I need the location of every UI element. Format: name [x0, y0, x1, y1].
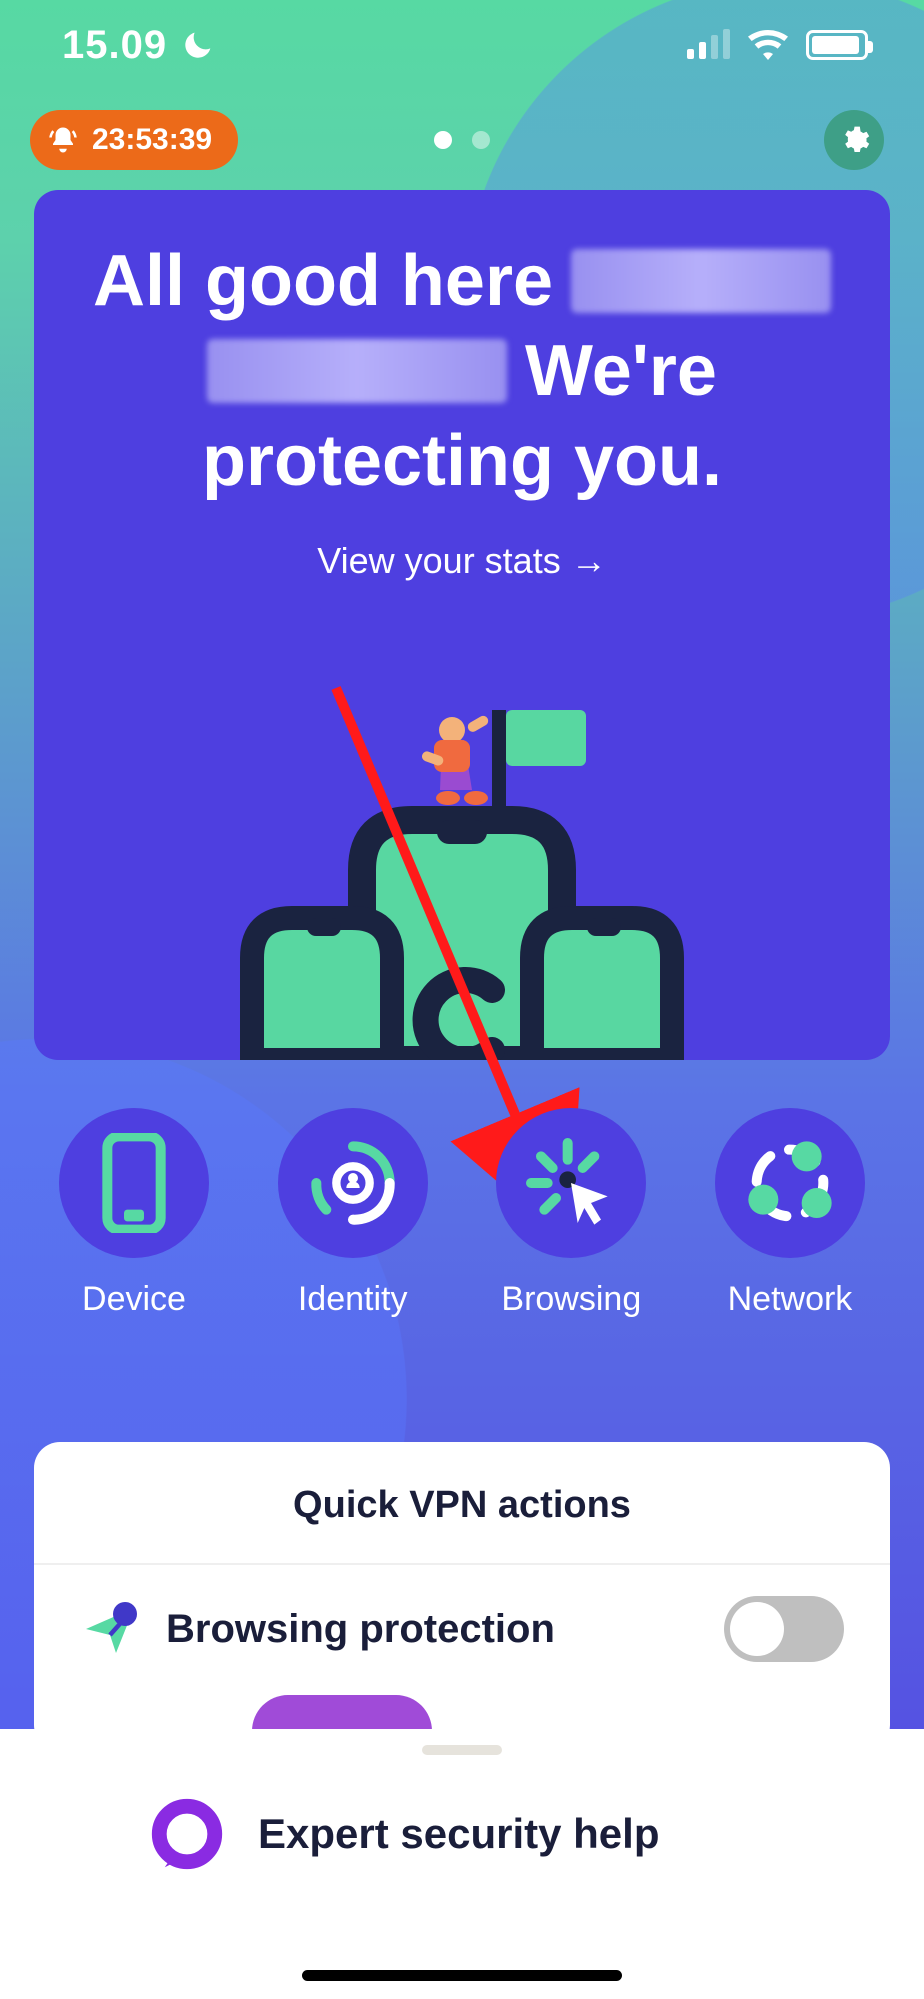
hero-text-part-2: We're — [525, 326, 717, 416]
wifi-icon — [748, 30, 788, 60]
browsing-protection-label: Browsing protection — [166, 1607, 555, 1652]
alert-timer-pill[interactable]: 23:53:39 — [30, 110, 238, 170]
tile-identity[interactable]: Identity — [253, 1108, 453, 1319]
status-bar-right — [687, 30, 868, 60]
paper-plane-icon — [80, 1599, 140, 1659]
status-bar: 15.09 — [0, 0, 924, 90]
hero-illustration — [34, 680, 890, 1060]
page-dot-1[interactable] — [434, 131, 452, 149]
tile-browsing-label: Browsing — [501, 1280, 641, 1319]
tile-device-label: Device — [82, 1280, 186, 1319]
status-bar-left: 15.09 — [62, 23, 215, 68]
hero-text-part-1: All good here — [93, 236, 553, 326]
quick-vpn-title: Quick VPN actions — [80, 1484, 844, 1527]
tile-browsing[interactable]: Browsing — [471, 1108, 671, 1319]
network-icon — [740, 1133, 840, 1233]
battery-icon — [806, 30, 868, 60]
partial-badge — [252, 1695, 432, 1731]
device-icon — [99, 1133, 169, 1233]
tile-device[interactable]: Device — [34, 1108, 234, 1319]
page-dots[interactable] — [434, 131, 490, 149]
settings-button[interactable] — [824, 110, 884, 170]
hero-text-part-3: protecting you. — [202, 416, 722, 506]
tile-network-label: Network — [728, 1280, 853, 1319]
expert-help-label: Expert security help — [258, 1810, 659, 1858]
drag-handle[interactable] — [422, 1745, 502, 1755]
divider — [34, 1563, 890, 1565]
redacted-name-1 — [571, 249, 831, 313]
hero-heading: All good here We're protecting you. — [74, 236, 850, 506]
top-row: 23:53:39 — [0, 100, 924, 180]
status-time: 15.09 — [62, 23, 167, 68]
bell-icon — [48, 125, 78, 155]
browsing-protection-toggle[interactable] — [724, 1596, 844, 1662]
category-tiles: Device Identity — [34, 1108, 890, 1319]
identity-icon — [303, 1133, 403, 1233]
hero-card: All good here We're protecting you. View… — [34, 190, 890, 1060]
gear-icon — [838, 124, 870, 156]
chat-icon — [150, 1797, 224, 1871]
cellular-icon — [687, 31, 730, 59]
view-stats-link[interactable]: View your stats → — [74, 540, 850, 582]
expert-help-bar[interactable]: Expert security help — [0, 1729, 924, 1999]
quick-vpn-card: Quick VPN actions Browsing protection — [34, 1442, 890, 1751]
home-indicator[interactable] — [302, 1970, 622, 1981]
tile-network[interactable]: Network — [690, 1108, 890, 1319]
tile-identity-label: Identity — [298, 1280, 408, 1319]
alert-timer-text: 23:53:39 — [92, 123, 212, 157]
browsing-icon — [521, 1133, 621, 1233]
redacted-name-2 — [207, 339, 507, 403]
browsing-protection-row[interactable]: Browsing protection — [80, 1599, 844, 1659]
moon-icon — [181, 28, 215, 62]
page-dot-2[interactable] — [472, 131, 490, 149]
